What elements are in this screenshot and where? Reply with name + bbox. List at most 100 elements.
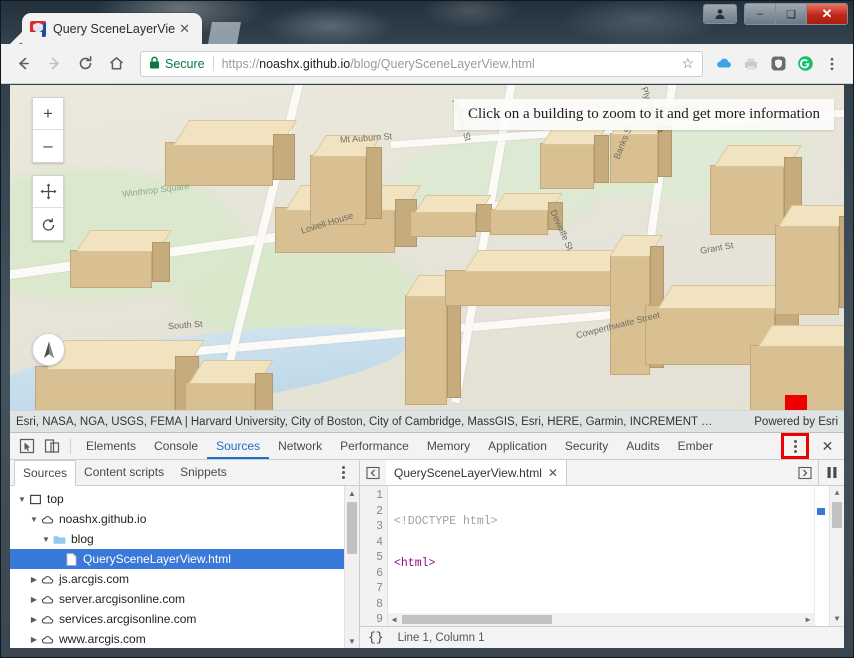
pretty-print-icon[interactable]: {}: [368, 630, 384, 645]
tree-item-services-arcgisonline[interactable]: ▶ services.arcgisonline.com: [10, 609, 359, 629]
editor-scrollbar[interactable]: ▲ ▼: [829, 486, 844, 626]
person-icon: [715, 9, 725, 19]
tab-performance[interactable]: Performance: [331, 434, 418, 459]
scroll-down-arrow[interactable]: ▼: [830, 612, 844, 626]
scene-view[interactable]: Mt Auburn St South St Lowell House Dewol…: [10, 85, 844, 410]
pan-button[interactable]: [33, 176, 63, 208]
tab-security[interactable]: Security: [556, 434, 617, 459]
tab-audits[interactable]: Audits: [617, 434, 668, 459]
twisty-icon[interactable]: ▶: [28, 615, 40, 624]
editor-tab-label: QuerySceneLayerView.html: [394, 465, 542, 480]
maximize-button[interactable]: ❑: [776, 4, 807, 24]
tree-item-noashx[interactable]: ▼ noashx.github.io: [10, 509, 359, 529]
editor-tab-queryscenelayerview[interactable]: QuerySceneLayerView.html ✕: [386, 460, 567, 485]
twisty-icon[interactable]: ▼: [40, 535, 52, 544]
new-tab-button[interactable]: [208, 22, 241, 44]
compass-needle-icon: [43, 341, 54, 358]
devtools-more-menu-icon[interactable]: [785, 436, 805, 456]
user-account-button[interactable]: [703, 4, 737, 24]
tree-item-www-arcgis[interactable]: ▶ www.arcgis.com: [10, 629, 359, 648]
show-debugger-icon[interactable]: [792, 460, 818, 485]
zoom-controls: + –: [32, 97, 64, 163]
scroll-up-arrow[interactable]: ▲: [830, 486, 844, 500]
compass-widget[interactable]: [32, 333, 65, 366]
code-line: <html>: [394, 556, 436, 570]
twisty-icon[interactable]: ▶: [28, 635, 40, 644]
grammarly-extension-icon[interactable]: [793, 52, 817, 76]
powered-by-esri[interactable]: Powered by Esri: [754, 416, 838, 428]
twisty-icon[interactable]: ▶: [28, 595, 40, 604]
minimize-button[interactable]: –: [745, 4, 776, 24]
twisty-icon[interactable]: ▶: [28, 575, 40, 584]
tree-item-queryscenelayerview[interactable]: QuerySceneLayerView.html: [10, 549, 359, 569]
window-controls: – ❑ ✕: [703, 3, 848, 25]
shield-extension-icon[interactable]: [766, 52, 790, 76]
tab-sources[interactable]: Sources: [207, 434, 270, 459]
navtab-snippets[interactable]: Snippets: [172, 460, 235, 485]
tab-close-icon[interactable]: ✕: [175, 21, 194, 37]
scrollbar-thumb[interactable]: [347, 502, 357, 554]
scroll-down-arrow[interactable]: ▼: [345, 634, 359, 648]
tab-application[interactable]: Application: [479, 434, 556, 459]
url-domain: noashx.github.io: [259, 56, 351, 71]
line-number: 8: [376, 597, 383, 611]
bookmark-star-icon[interactable]: ☆: [681, 55, 694, 72]
source-editor-pane: QuerySceneLayerView.html ✕ 1 2 3 4 5 6 7…: [360, 460, 844, 648]
navigator-scrollbar[interactable]: ▲ ▼: [344, 486, 359, 648]
tab-console[interactable]: Console: [145, 434, 207, 459]
show-navigator-icon[interactable]: [360, 460, 386, 485]
device-toolbar-icon[interactable]: [39, 435, 64, 458]
site-favicon-icon: [30, 20, 46, 37]
editor-tab-close-icon[interactable]: ✕: [548, 466, 558, 480]
editor-minimap[interactable]: [814, 486, 829, 626]
navigator-more-menu-icon[interactable]: [333, 463, 353, 483]
tree-item-blog[interactable]: ▼ blog: [10, 529, 359, 549]
home-button[interactable]: [103, 51, 129, 77]
line-number: 1: [376, 489, 383, 502]
rotate-button[interactable]: [33, 208, 63, 240]
devtools-toolbar-right: ✕: [781, 433, 840, 459]
inspect-element-icon[interactable]: [14, 435, 39, 458]
tree-item-label: server.arcgisonline.com: [59, 592, 186, 606]
red-down-arrow-annotation: [768, 395, 824, 410]
editor-horizontal-scrollbar[interactable]: ◀ ▶: [388, 613, 814, 626]
scroll-right-arrow[interactable]: ▶: [802, 615, 814, 625]
twisty-icon[interactable]: ▼: [28, 515, 40, 524]
tab-network[interactable]: Network: [269, 434, 331, 459]
browser-tab[interactable]: Query SceneLayerView ✕: [22, 13, 202, 44]
pause-script-button[interactable]: [818, 460, 844, 485]
close-button[interactable]: ✕: [807, 4, 847, 24]
scroll-up-arrow[interactable]: ▲: [345, 486, 359, 500]
tab-elements[interactable]: Elements: [77, 434, 145, 459]
tab-memory[interactable]: Memory: [418, 434, 479, 459]
chrome-menu-icon[interactable]: [820, 52, 844, 76]
tree-item-label: blog: [71, 532, 94, 546]
navtab-content-scripts[interactable]: Content scripts: [76, 460, 172, 485]
tree-item-server-arcgisonline[interactable]: ▶ server.arcgisonline.com: [10, 589, 359, 609]
twisty-icon[interactable]: ▼: [16, 495, 28, 504]
kebab-menu-highlight: [781, 433, 809, 459]
navtab-sources[interactable]: Sources: [14, 460, 77, 486]
print-extension-icon[interactable]: [739, 52, 763, 76]
code-editor[interactable]: 1 2 3 4 5 6 7 8 9 10 <!DOCTYPE html> <ht…: [360, 486, 844, 626]
line-number: 9: [376, 613, 383, 626]
zoom-out-button[interactable]: –: [33, 130, 63, 162]
devtools-close-button[interactable]: ✕: [815, 435, 840, 458]
scrollbar-thumb[interactable]: [832, 502, 842, 528]
back-button[interactable]: [10, 51, 36, 77]
tab-ember[interactable]: Ember: [669, 434, 722, 459]
attribution-text: Esri, NASA, NGA, USGS, FEMA | Harvard Un…: [16, 415, 713, 428]
scroll-left-arrow[interactable]: ◀: [388, 615, 400, 625]
hscrollbar-thumb[interactable]: [402, 615, 552, 624]
tree-item-label: services.arcgisonline.com: [59, 612, 197, 626]
tree-item-js-arcgis[interactable]: ▶ js.arcgis.com: [10, 569, 359, 589]
source-code-text[interactable]: <!DOCTYPE html> <html> <head> <meta char…: [388, 486, 844, 626]
cloud-extension-icon[interactable]: [712, 52, 736, 76]
tree-item-top[interactable]: ▼ top: [10, 489, 359, 509]
reload-button[interactable]: [72, 51, 98, 77]
browser-window: – ❑ ✕ Query SceneLayerView ✕ Secure http…: [0, 0, 854, 658]
address-bar[interactable]: Secure https://noashx.github.io/blog/Que…: [140, 50, 703, 77]
url-scheme: https://: [221, 56, 260, 71]
zoom-in-button[interactable]: +: [33, 98, 63, 130]
